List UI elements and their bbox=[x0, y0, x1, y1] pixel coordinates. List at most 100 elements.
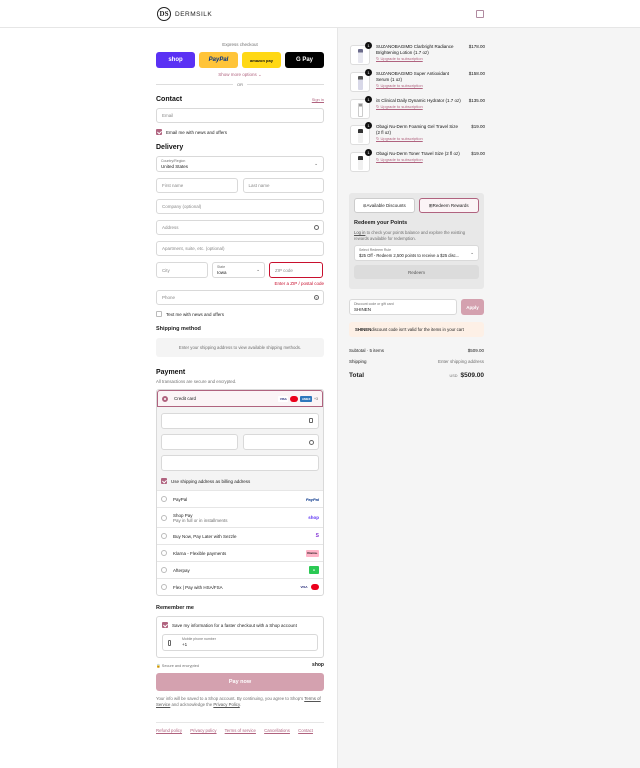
footer-refund-link[interactable]: Refund policy bbox=[156, 728, 182, 733]
footer-cancellations-link[interactable]: Cancellations bbox=[264, 728, 290, 733]
paypal-option[interactable]: PayPal PayPal bbox=[157, 490, 323, 507]
product-name: SUZANOBAGIMD Clarbright Radiance Brighte… bbox=[376, 44, 454, 55]
email-field[interactable]: Email bbox=[156, 108, 324, 123]
zip-error: Enter a ZIP / postal code bbox=[274, 281, 324, 286]
first-name-field[interactable]: First name bbox=[156, 178, 238, 193]
last-name-field[interactable]: Last name bbox=[242, 178, 324, 193]
afterpay-option[interactable]: Afterpay A bbox=[157, 561, 323, 578]
discount-code-field[interactable]: Discount code or gift card SHINEN bbox=[349, 299, 457, 315]
checkout-form: Express checkout shop PayPal amazon pay … bbox=[156, 28, 324, 733]
privacy-link[interactable]: Privacy Policy bbox=[213, 702, 239, 707]
show-more-options-link[interactable]: Show more options ⌄ bbox=[156, 72, 324, 78]
product-name: SUZANOBAGIMD Super Antioxidant Serum (1 … bbox=[376, 71, 450, 82]
zip-field[interactable]: ZIP code bbox=[269, 262, 323, 278]
apply-button[interactable]: Apply bbox=[461, 299, 484, 315]
amex-icon: AMEX bbox=[300, 395, 312, 402]
save-info-checkbox[interactable] bbox=[162, 622, 168, 628]
save-info-option[interactable]: Save my information for a faster checkou… bbox=[162, 622, 318, 628]
logo-mark: DS bbox=[157, 7, 171, 21]
company-field[interactable]: Company (optional) bbox=[156, 199, 324, 214]
upgrade-subscription-link[interactable]: ↻ Upgrade to subscription bbox=[376, 136, 423, 141]
product-item: 1 Obagi Nu-Derm Foaming Gel Travel Size … bbox=[350, 122, 485, 149]
total-row: Total USD $509.00 bbox=[349, 372, 484, 379]
lock-icon bbox=[309, 418, 313, 423]
email-news-checkbox[interactable] bbox=[156, 129, 162, 135]
help-icon[interactable]: ? bbox=[314, 295, 319, 300]
help-icon[interactable] bbox=[309, 440, 314, 445]
klarna-option[interactable]: Klarna - Flexible payments Klarna. bbox=[157, 544, 323, 561]
shop-pay-option[interactable]: Shop Pay Pay in full or in installments s… bbox=[157, 507, 323, 527]
phone-icon bbox=[168, 640, 171, 646]
billing-same-option[interactable]: Use shipping address as billing address bbox=[161, 478, 319, 484]
shipping-row: Shipping Enter shipping address bbox=[349, 359, 484, 364]
express-buttons: shop PayPal amazon pay G Pay bbox=[156, 52, 324, 68]
sezzle-option[interactable]: Buy Now, Pay Later with Sezzle S bbox=[157, 527, 323, 544]
shop-pay-button[interactable]: shop bbox=[156, 52, 195, 68]
security-code-field[interactable] bbox=[242, 434, 319, 450]
upgrade-subscription-link[interactable]: ↻ Upgrade to subscription bbox=[376, 56, 423, 61]
flex-hsa-option[interactable]: Flex | Pay with HSA/FSA VISA bbox=[157, 578, 323, 595]
amazon-pay-button[interactable]: amazon pay bbox=[242, 52, 281, 68]
mastercard-icon bbox=[290, 395, 299, 402]
shipping-placeholder: Enter your shipping address to view avai… bbox=[156, 338, 324, 357]
contact-title: Contact bbox=[156, 96, 183, 103]
header: DS DERMSILK bbox=[0, 0, 640, 28]
product-item: 1 iS Clinical Daily Dynamic Hydrator (1.… bbox=[350, 96, 485, 123]
upgrade-subscription-link[interactable]: ↻ Upgrade to subscription bbox=[376, 83, 423, 88]
upgrade-subscription-link[interactable]: ↻ Upgrade to subscription bbox=[376, 157, 423, 162]
paypal-radio[interactable] bbox=[161, 496, 167, 502]
login-link[interactable]: Log in bbox=[354, 230, 365, 235]
name-on-card-field[interactable] bbox=[161, 455, 319, 471]
payment-title: Payment bbox=[156, 369, 186, 376]
product-price: $19.00 bbox=[471, 124, 485, 129]
shop-pay-radio[interactable] bbox=[161, 514, 167, 521]
available-discounts-tab[interactable]: ⊘ Available Discounts bbox=[354, 198, 415, 213]
afterpay-radio[interactable] bbox=[161, 567, 167, 573]
footer-privacy-link[interactable]: Privacy policy bbox=[190, 728, 216, 733]
redeem-points-title: Redeem your Points bbox=[354, 220, 408, 226]
logo[interactable]: DS DERMSILK bbox=[157, 7, 212, 21]
quantity-badge: 1 bbox=[365, 69, 372, 76]
visa-icon: VISA bbox=[278, 395, 289, 402]
shipping-method-title: Shipping method bbox=[156, 326, 201, 332]
city-field[interactable]: City bbox=[156, 262, 208, 278]
sign-in-link[interactable]: Sign in bbox=[312, 97, 324, 102]
subtotal-row: Subtotal · 5 items $509.00 bbox=[349, 348, 484, 353]
credit-card-radio[interactable] bbox=[162, 395, 168, 402]
shop-logo: shop bbox=[312, 662, 324, 668]
state-select[interactable]: State Iowa ⌄ bbox=[212, 262, 265, 278]
redeem-button[interactable]: Redeem bbox=[354, 265, 479, 279]
product-price: $178.00 bbox=[468, 44, 485, 49]
text-news-option[interactable]: Text me with news and offers bbox=[156, 311, 324, 317]
discount-error: SHINEN discount code isn't valid for the… bbox=[349, 322, 484, 337]
shop-disclaimer: Your info will be saved to a Shop accoun… bbox=[156, 696, 321, 707]
footer-terms-link[interactable]: Terms of service bbox=[225, 728, 256, 733]
pay-now-button[interactable]: Pay now bbox=[156, 673, 324, 691]
more-cards-label: +3 bbox=[314, 396, 318, 401]
bag-icon[interactable] bbox=[476, 10, 484, 18]
redeem-rewards-tab[interactable]: ⊞ Redeem Rewards bbox=[418, 198, 479, 213]
sezzle-radio[interactable] bbox=[161, 533, 167, 539]
redeem-rule-select[interactable]: Select Redeem Rule $25 Off - Redeem 2,50… bbox=[354, 245, 479, 261]
product-price: $19.00 bbox=[471, 151, 485, 156]
afterpay-icon: A bbox=[309, 566, 319, 574]
apartment-field[interactable]: Apartment, suite, etc. (optional) bbox=[156, 241, 324, 256]
paypal-button[interactable]: PayPal bbox=[199, 52, 238, 68]
rewards-widget: ⊘ Available Discounts ⊞ Redeem Rewards R… bbox=[349, 193, 484, 289]
card-number-field[interactable] bbox=[161, 413, 319, 429]
address-field[interactable]: Address bbox=[156, 220, 324, 235]
upgrade-subscription-link[interactable]: ↻ Upgrade to subscription bbox=[376, 104, 423, 109]
expiry-field[interactable] bbox=[161, 434, 238, 450]
flex-radio[interactable] bbox=[161, 584, 167, 590]
credit-card-option[interactable]: Credit card VISA AMEX +3 bbox=[157, 390, 323, 407]
mobile-phone-field[interactable]: Mobile phone number +1 bbox=[162, 634, 318, 651]
email-news-option[interactable]: Email me with news and offers bbox=[156, 129, 324, 135]
country-select[interactable]: Country/Region United States ⌄ bbox=[156, 156, 324, 172]
footer-contact-link[interactable]: Contact bbox=[298, 728, 313, 733]
billing-same-checkbox[interactable] bbox=[161, 478, 167, 484]
google-pay-button[interactable]: G Pay bbox=[285, 52, 324, 68]
klarna-icon: Klarna. bbox=[305, 549, 319, 557]
klarna-radio[interactable] bbox=[161, 550, 167, 556]
text-news-checkbox[interactable] bbox=[156, 311, 162, 317]
phone-field[interactable]: Phone ? bbox=[156, 290, 324, 305]
